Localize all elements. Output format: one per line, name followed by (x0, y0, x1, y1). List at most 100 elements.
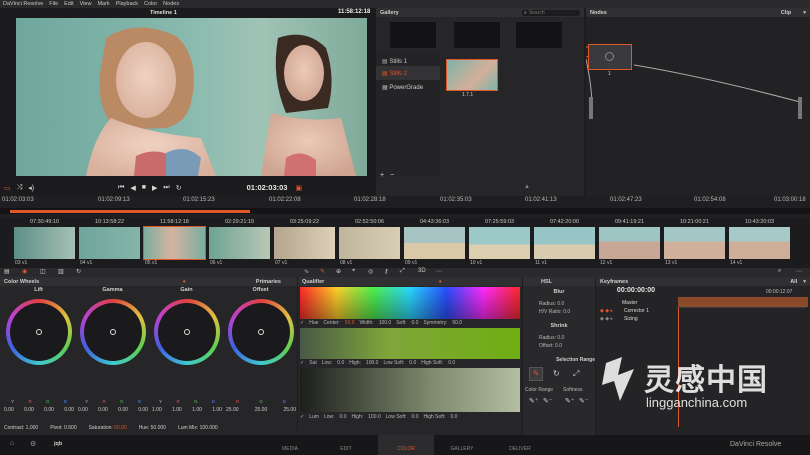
check-icon[interactable]: ✓ (300, 414, 304, 420)
album-item-selected[interactable]: ▤ Stills 2 (376, 66, 440, 80)
clip-thumbnail[interactable]: 09:41:19:21 12 v1 (598, 218, 661, 268)
volume-icon[interactable]: ◂) (28, 184, 34, 192)
loop-icon[interactable]: ↻ (176, 184, 182, 192)
high-value[interactable]: 100.0 (368, 414, 381, 420)
rgb-mixer-icon[interactable]: ▥ (58, 268, 64, 275)
tab-color[interactable]: COLOR (378, 435, 434, 455)
viewer-mode-icon[interactable]: ▭ (4, 184, 11, 192)
lum-mix-value[interactable]: Lum Mix: 100.000 (178, 425, 218, 431)
menu-file[interactable]: File (49, 1, 58, 7)
gear-icon[interactable]: ⚙ (30, 440, 36, 448)
options-icon[interactable]: ⋯ (796, 268, 802, 275)
keyframe-toggle-icon[interactable]: ◆ ◆ ▸ (600, 316, 613, 322)
value-g[interactable]: 0.00 (118, 407, 128, 413)
value-r[interactable]: 0.00 (98, 407, 108, 413)
clip-thumbnail[interactable]: 07:42:20:00 11 v1 (533, 218, 596, 268)
keyframe-master-track[interactable] (678, 297, 808, 307)
high-soft-value[interactable]: 0.0 (448, 360, 455, 366)
menu-view[interactable]: View (80, 1, 92, 7)
luminance-range[interactable] (300, 368, 520, 412)
clip-thumbnail[interactable]: 10:43:20:03 14 v1 (728, 218, 791, 268)
center-value[interactable]: 50.0 (345, 320, 355, 326)
scope-icon[interactable]: ⌕ (778, 268, 781, 275)
softness-subtract-icon[interactable]: ✎⁻ (579, 397, 589, 405)
clip-thumbnail-selected[interactable]: 11:58:12:18 05 v1 (143, 218, 206, 268)
value-b[interactable]: 0.00 (138, 407, 148, 413)
clip-thumbnail[interactable]: 04:43:36:03 09 v1 (403, 218, 466, 268)
corrector-node[interactable] (588, 44, 632, 70)
play-reverse-icon[interactable]: ◀ (130, 184, 135, 192)
clip-thumbnail[interactable]: 03:25:09:22 07 v1 (273, 218, 336, 268)
picker-icon[interactable]: ✎ (529, 367, 543, 381)
range-add-icon[interactable]: ✎⁺ (529, 397, 539, 405)
clip-thumbnail[interactable]: 02:52:50:06 08 v1 (338, 218, 401, 268)
symmetry-value[interactable]: 50.0 (452, 320, 462, 326)
nodes-mode[interactable]: Clip (781, 10, 791, 16)
remove-album-button[interactable]: − (390, 172, 394, 179)
soft-value[interactable]: 0.0 (412, 320, 419, 326)
color-wheels-icon[interactable]: ◉ (22, 268, 27, 275)
tracker-icon[interactable]: ⌖ (352, 268, 355, 275)
color-match-icon[interactable]: ◫ (40, 268, 46, 275)
motion-icon[interactable]: ↻ (76, 268, 81, 275)
selection-refresh-icon[interactable]: ↻ (553, 369, 560, 378)
tab-media[interactable]: MEDIA (262, 435, 318, 455)
color-ring[interactable] (80, 299, 146, 365)
keyframe-toggle-icon[interactable]: ◆ ◆ ▸ (600, 308, 613, 314)
gallery-search[interactable]: ⌕ Search (522, 9, 580, 16)
home-icon[interactable]: ⌂ (10, 440, 14, 447)
tab-deliver[interactable]: DELIVER (492, 435, 548, 455)
low-value[interactable]: 0.0 (337, 360, 344, 366)
pivot-value[interactable]: Pivot: 0.500 (50, 425, 76, 431)
go-to-start-icon[interactable]: ⏮ (118, 184, 124, 192)
menu-playback[interactable]: Playback (116, 1, 138, 7)
blur-icon[interactable]: ◎ (368, 268, 373, 275)
highlight-icon[interactable]: ▣ (295, 184, 302, 192)
chevron-down-icon[interactable]: ▾ (803, 279, 806, 285)
high-value[interactable]: 100.0 (366, 360, 379, 366)
value-b[interactable]: 0.00 (64, 407, 74, 413)
qualifier-icon[interactable]: ✎ (320, 268, 325, 275)
hue-spectrum[interactable] (300, 287, 520, 319)
softness-add-icon[interactable]: ✎⁺ (565, 397, 575, 405)
chevron-down-icon[interactable]: ▾ (803, 10, 806, 16)
shrink-radius-row[interactable]: Radius: 0.0 (539, 335, 564, 341)
value-g[interactable]: 25.00 (255, 407, 268, 413)
curves-icon[interactable]: ∿ (304, 268, 309, 275)
key-icon[interactable]: ⚷ (384, 268, 388, 275)
menu-edit[interactable]: Edit (64, 1, 73, 7)
color-ring[interactable] (228, 299, 294, 365)
clip-thumbnail[interactable]: 10:13:58:22 04 v1 (78, 218, 141, 268)
check-icon[interactable]: ✓ (300, 320, 304, 326)
menu-nodes[interactable]: Nodes (163, 1, 179, 7)
timeline-ruler[interactable]: 01:02:03:03 01:02:09:13 01:02:15:23 01:0… (0, 196, 810, 204)
grid-icon[interactable]: ⋯ (436, 268, 442, 275)
still-slot[interactable] (454, 22, 500, 48)
gain-wheel[interactable]: Gain Y R G B 1.00 1.00 1.00 1.00 (150, 287, 223, 435)
offset-wheel[interactable]: Offset R G B 25.00 25.00 25.00 (224, 287, 297, 435)
primaries-mode[interactable]: Primaries (256, 279, 281, 285)
saturation-range[interactable] (300, 328, 520, 359)
menu-mark[interactable]: Mark (97, 1, 109, 7)
offset-row[interactable]: Offset: 0.0 (539, 343, 562, 349)
high-soft-value[interactable]: 0.0 (450, 414, 457, 420)
contrast-value[interactable]: Contrast: 1.000 (4, 425, 38, 431)
value-y[interactable]: 0.00 (78, 407, 88, 413)
value-r[interactable]: 1.00 (172, 407, 182, 413)
value-y[interactable]: 0.00 (4, 407, 14, 413)
menu-app[interactable]: DaVinci Resolve (3, 1, 43, 7)
clip-thumbnail[interactable]: 07:30:49:10 03 v1 (13, 218, 76, 268)
hue-value[interactable]: Hue: 50.000 (139, 425, 166, 431)
value-r[interactable]: 0.00 (24, 407, 34, 413)
range-subtract-icon[interactable]: ✎⁻ (543, 397, 553, 405)
low-value[interactable]: 0.0 (340, 414, 347, 420)
camera-raw-icon[interactable]: ▤ (4, 268, 10, 275)
gamma-wheel[interactable]: Gamma Y R G B 0.00 0.00 0.00 0.00 (76, 287, 149, 435)
window-icon[interactable]: ⊕ (336, 268, 341, 275)
keyframes-filter[interactable]: All (790, 279, 797, 285)
stop-icon[interactable]: ■ (142, 184, 146, 191)
low-soft-value[interactable]: 0.0 (412, 414, 419, 420)
color-ring[interactable] (154, 299, 220, 365)
timeline-track[interactable] (0, 208, 810, 214)
still-slot[interactable] (516, 22, 562, 48)
